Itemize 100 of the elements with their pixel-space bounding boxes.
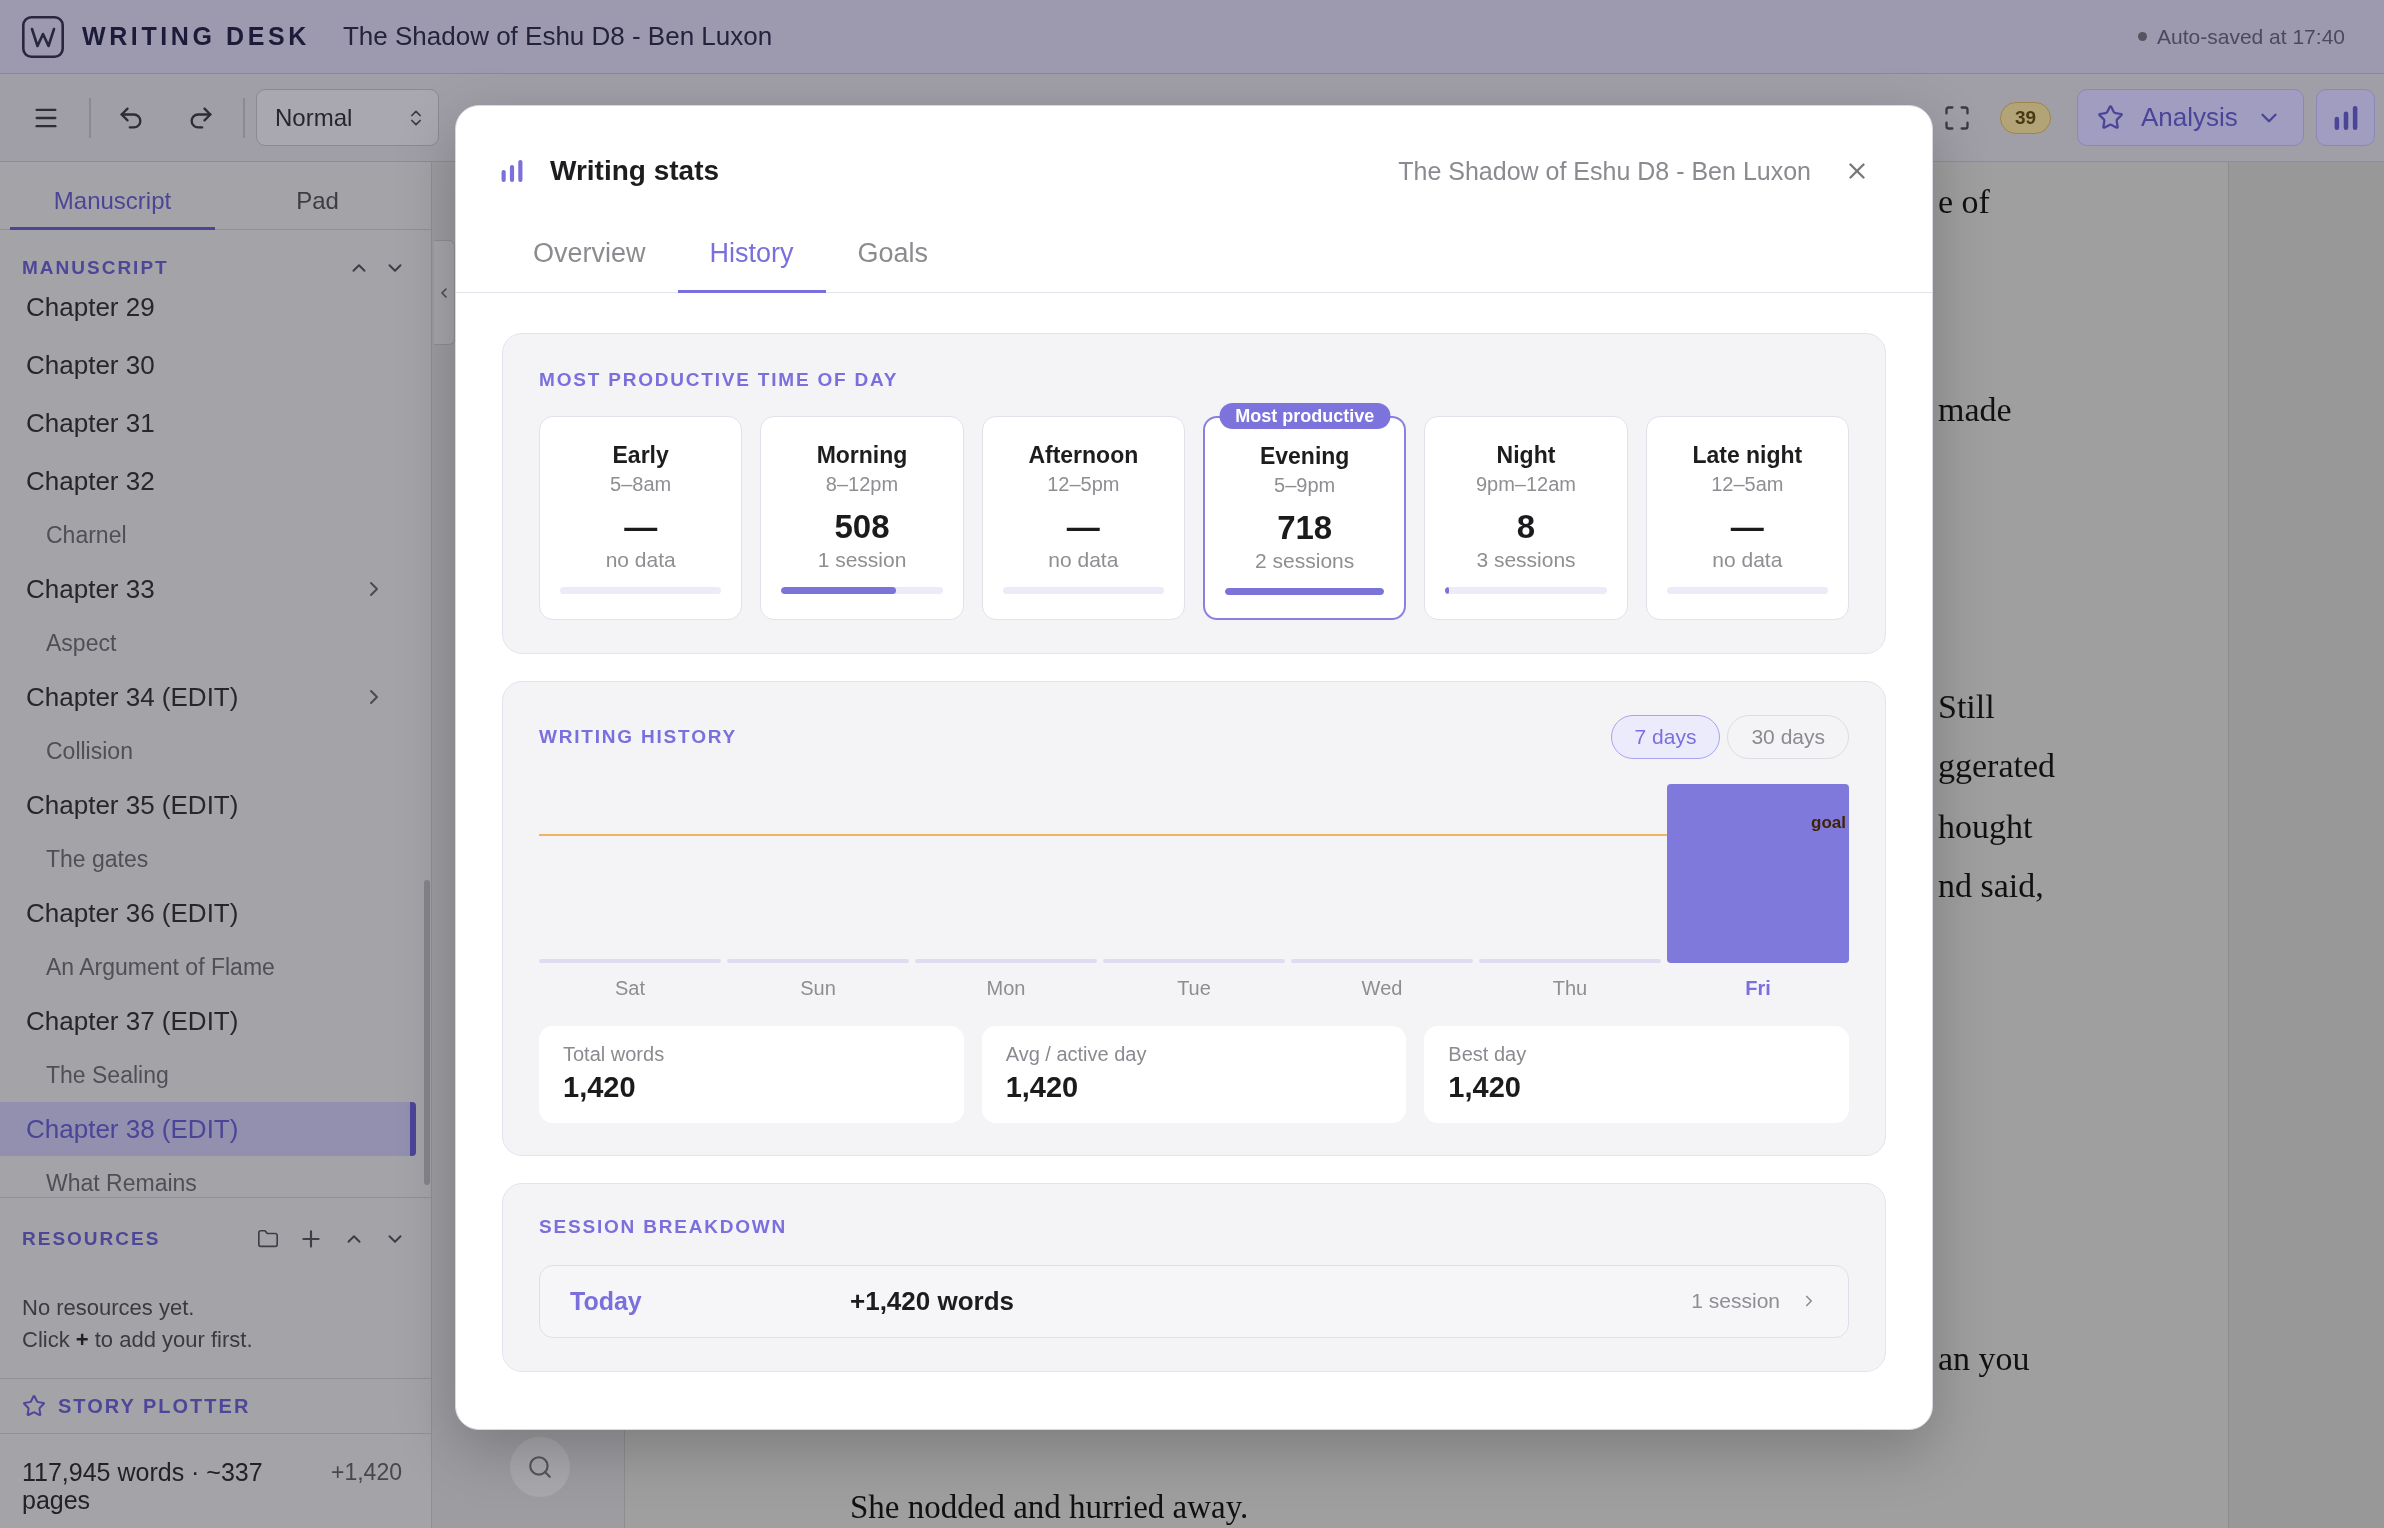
session-row[interactable]: Today +1,420 words 1 session [539, 1264, 1849, 1338]
empty-message: No resources yet. [21, 1294, 196, 1322]
slot-note: 3 sessions [1476, 546, 1576, 573]
session-day: Today [570, 1286, 850, 1316]
bar-chart-icon[interactable] [2333, 105, 2358, 130]
document-title: The Shadow of Eshu D8 - Ben Luxon [1398, 156, 1811, 186]
session-words: +1,420 words [850, 1285, 1015, 1317]
fullscreen-icon[interactable] [1943, 103, 1971, 132]
slot-word-count: 508 [834, 507, 890, 546]
dialog-tab[interactable]: Overview [501, 217, 678, 293]
chapter-subtitle[interactable]: Aspect [0, 629, 431, 657]
chapter-subtitle[interactable]: The gates [0, 845, 431, 873]
slot-note: no data [1048, 546, 1119, 573]
document-title: The Shadow of Eshu D8 - Ben Luxon [342, 21, 773, 52]
bar-chart-icon [501, 160, 523, 182]
stat-label: Total words [563, 1041, 665, 1066]
story-plotter-button[interactable]: STORY PLOTTER [22, 1394, 251, 1418]
editor-paragraph: She nodded and hurried away. [850, 1488, 1250, 1527]
editor-text: e of [1938, 182, 1990, 222]
chapter-item[interactable]: Chapter 32 [0, 454, 416, 508]
slot-note: no data [1712, 546, 1783, 573]
dialog-title: Writing stats [550, 155, 720, 187]
stat-label: Best day [1448, 1041, 1527, 1066]
paragraph-style-select[interactable]: Normal [256, 89, 439, 146]
folder-icon[interactable] [257, 1228, 279, 1250]
day-label: Mon [986, 975, 1026, 1001]
slot-name: Morning [816, 440, 908, 469]
range-toggle[interactable]: 30 days [1727, 714, 1849, 759]
slot-word-count: — [624, 507, 658, 546]
star-icon [22, 1394, 46, 1418]
slot-time-range: 5–9pm [1274, 472, 1336, 497]
status-dot-icon [2138, 32, 2148, 41]
editor-text: ggerated [1938, 746, 2056, 786]
slot-name: Early [612, 440, 669, 469]
chapter-subtitle[interactable]: The Sealing [0, 1061, 431, 1089]
sidebar-tab[interactable]: Manuscript [10, 162, 215, 230]
slot-word-count: — [1066, 507, 1100, 546]
chapter-subtitle[interactable]: Collision [0, 737, 431, 765]
chapter-subtitle[interactable]: What Remains [0, 1169, 431, 1197]
section-heading: RESOURCES [22, 1228, 161, 1250]
section-title: WRITING HISTORY [539, 724, 737, 749]
editor-text: made [1938, 390, 2012, 430]
day-label: Sun [800, 975, 836, 1001]
section-heading: MANUSCRIPT [22, 257, 169, 279]
day-label: Fri [1745, 975, 1771, 1001]
session-count: 1 session [1691, 1289, 1780, 1313]
scrollbar[interactable] [424, 880, 430, 1185]
most-productive-badge: Most productive [1219, 402, 1391, 429]
chapter-item[interactable]: Chapter 31 [0, 396, 416, 450]
editor-text: hought [1938, 807, 2033, 847]
editor-text: Still [1938, 687, 1995, 727]
stat-label: Avg / active day [1005, 1041, 1147, 1066]
hint-text: Click + to add your first. [21, 1326, 254, 1354]
chapter-item[interactable]: Chapter 37 (EDIT) [0, 994, 416, 1048]
section-title: MOST PRODUCTIVE TIME OF DAY [539, 367, 900, 392]
stats-button[interactable] [2316, 89, 2375, 146]
chapter-item[interactable]: Chapter 33 [0, 562, 416, 616]
slot-time-range: 12–5am [1711, 471, 1784, 496]
slot-note: 2 sessions [1255, 547, 1355, 574]
logo-icon [22, 15, 64, 58]
slot-time-range: 12–5pm [1047, 471, 1120, 496]
star-icon [2097, 104, 2124, 131]
word-count: 117,945 words · ~337 pages [22, 1458, 264, 1514]
range-toggle[interactable]: 7 days [1610, 714, 1721, 759]
editor-text: nd said, [1938, 866, 2044, 906]
chapter-item[interactable]: Chapter 30 [0, 338, 416, 392]
section-title: SESSION BREAKDOWN [539, 1214, 789, 1239]
count-badge: 39 [2000, 101, 2051, 134]
chapter-subtitle[interactable]: An Argument of Flame [0, 953, 431, 981]
editor-text: an you [1938, 1339, 2030, 1379]
day-label: Wed [1361, 975, 1403, 1001]
chapter-item[interactable]: Chapter 35 (EDIT) [0, 778, 416, 832]
dialog-tab[interactable]: Goals [825, 217, 961, 293]
chapter-item[interactable]: Chapter 29 [0, 280, 416, 334]
day-label: Tue [1177, 975, 1211, 1001]
day-label: Sat [615, 975, 645, 1001]
slot-word-count: — [1730, 507, 1764, 546]
slot-name: Evening [1259, 441, 1350, 470]
search-icon[interactable] [527, 1454, 553, 1480]
stat-value: 1,420 [563, 1069, 636, 1105]
slot-note: no data [605, 546, 676, 573]
autosave-status: Auto-saved at 17:40 [2157, 24, 2345, 49]
dialog-tab[interactable]: History [677, 217, 826, 293]
chapter-item[interactable]: Chapter 34 (EDIT) [0, 670, 416, 724]
slot-time-range: 9pm–12am [1475, 471, 1576, 496]
slot-note: 1 session [817, 546, 907, 573]
slot-time-range: 5–8am [610, 471, 672, 496]
goal-label: goal [1811, 812, 1846, 833]
analysis-button[interactable]: Analysis [2077, 89, 2304, 146]
chapter-item[interactable]: Chapter 38 (EDIT) [0, 1102, 416, 1156]
slot-name: Late night [1692, 440, 1803, 469]
chapter-subtitle[interactable]: Charnel [0, 521, 431, 549]
chapter-item[interactable]: Chapter 36 (EDIT) [0, 886, 416, 940]
stat-value: 1,420 [1005, 1069, 1079, 1105]
day-label: Thu [1552, 975, 1588, 1001]
slot-time-range: 8–12pm [825, 471, 899, 496]
app-name: WRITING DESK [82, 22, 310, 51]
slot-name: Afternoon [1028, 440, 1139, 469]
slot-word-count: 718 [1277, 508, 1333, 547]
sidebar-tab[interactable]: Pad [215, 162, 420, 230]
